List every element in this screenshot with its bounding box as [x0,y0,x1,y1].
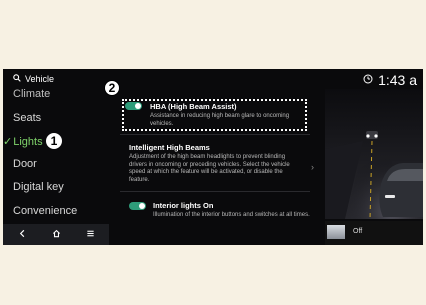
search-label: Vehicle [25,74,55,84]
callout-2: 2 [104,80,120,96]
clock-icon [363,71,373,89]
sidebar-item-door[interactable]: Door [13,158,37,170]
divider [120,191,310,192]
interior-lights-toggle[interactable] [129,202,146,210]
home-icon[interactable] [48,227,64,243]
divider [120,134,310,135]
status-area: 1:43 a [363,71,417,89]
option-interior-lights[interactable]: Interior lights On Illumination of the i… [120,193,310,233]
check-icon: ✓ [3,136,13,148]
car-headlight-illustration [325,89,423,220]
infotainment-screen: Vehicle 1:43 a Climate Seats ✓Lights Doo… [3,69,423,245]
vehicle-search[interactable]: Vehicle [13,74,54,84]
mini-status-bar[interactable]: Off [325,221,423,245]
sidebar-item-label: Digital key [13,181,64,193]
chevron-right-icon: › [311,162,314,172]
back-icon[interactable] [14,227,30,243]
sidebar-item-label: Convenience [13,205,78,217]
option-intelligent-high-beams[interactable]: Intelligent High Beams Adjustment of the… [120,136,314,191]
option-description: Adjustment of the high beam headlights t… [129,154,290,183]
sidebar-item-climate[interactable]: Climate [13,88,50,100]
sidebar-item-convenience[interactable]: Convenience [13,205,77,217]
hba-highlight-box [122,99,307,131]
sidebar-item-digital-key[interactable]: Digital key [13,181,64,193]
sidebar-item-label: Lights [13,136,43,148]
search-icon [13,74,21,84]
mini-status-label: Off [353,228,363,235]
option-title: Interior lights On [153,201,214,210]
menu-icon[interactable] [82,227,98,243]
clock-time: 1:43 a [378,72,417,88]
sidebar-item-label: Climate [13,88,51,100]
sidebar-item-seats[interactable]: Seats [13,112,41,124]
bottom-nav [3,224,109,245]
option-description: Illumination of the interior buttons and… [153,212,310,218]
option-title: Intelligent High Beams [129,143,210,152]
callout-1: 1 [46,133,62,149]
settings-sidebar: Climate Seats ✓Lights Door Digital key C… [3,87,108,223]
sidebar-item-label: Door [13,158,37,170]
sidebar-item-label: Seats [13,112,42,124]
media-thumbnail [327,225,345,239]
sidebar-item-lights[interactable]: ✓Lights [3,135,43,148]
